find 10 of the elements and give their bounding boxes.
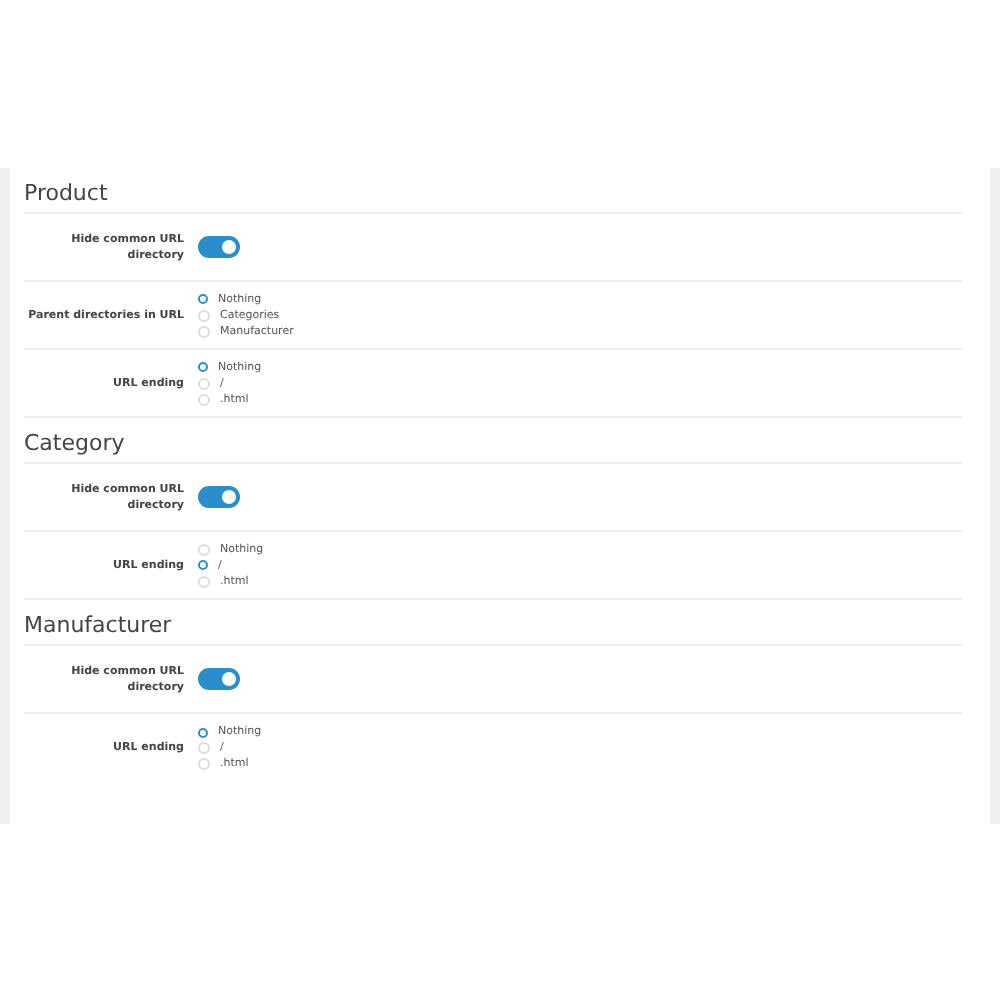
section-heading: Product: [24, 168, 962, 214]
toggle-switch[interactable]: [198, 236, 240, 258]
radio-button[interactable]: [198, 362, 208, 372]
section-heading: Manufacturer: [24, 600, 962, 646]
radio-button[interactable]: [198, 294, 208, 304]
radio-button[interactable]: [198, 727, 208, 737]
toggle-switch[interactable]: [198, 486, 240, 508]
radio-button[interactable]: [198, 560, 208, 570]
toggle-switch[interactable]: [198, 668, 240, 690]
section-heading: Category: [24, 418, 962, 464]
